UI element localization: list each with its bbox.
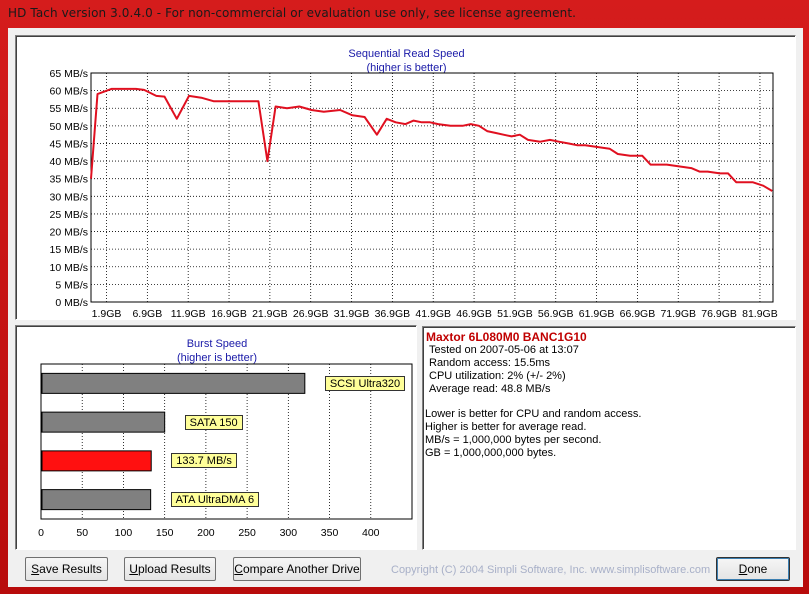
copyright-link[interactable]: Copyright (C) 2004 Simpli Software, Inc.… [391, 564, 710, 576]
drive-info-panel: Maxtor 6L080M0 BANC1G10 Tested on 2007-0… [422, 326, 796, 550]
x-tick-label: 6.9GB [132, 308, 162, 319]
x-tick-label: 1.9GB [92, 308, 122, 319]
note-mbs-definition: MB/s = 1,000,000 bytes per second. [425, 434, 602, 446]
burst-speed-chart: 0 50 100 150 200 250 300 350 400 [38, 363, 413, 539]
sequential-chart-panel: Sequential Read Speed (higher is better)… [15, 35, 796, 320]
sequential-read-chart: 65 MB/s 60 MB/s 55 MB/s 50 MB/s 45 MB/s 40 MB… [49, 68, 778, 319]
title-bar[interactable]: HD Tach version 3.0.4.0 - For non-commer… [0, 0, 809, 28]
x-tick-label: 26.9GB [293, 308, 329, 319]
y-tick-label: 50 MB/s [49, 121, 88, 133]
upload-results-mnemonic: U [129, 562, 138, 576]
y-tick-label: 20 MB/s [49, 227, 88, 239]
y-tick-label: 55 MB/s [49, 103, 88, 115]
x-tick-label: 21.9GB [252, 308, 288, 319]
burst-bar-label: ATA UltraDMA 6 [170, 492, 260, 508]
x-tick-label: 36.9GB [375, 308, 411, 319]
y-tick-label: 45 MB/s [49, 138, 88, 150]
cpu-utilization-text: CPU utilization: 2% (+/- 2%) [429, 370, 566, 382]
window-title: HD Tach version 3.0.4.0 - For non-commer… [8, 6, 577, 20]
y-tick-label: 30 MB/s [49, 191, 88, 203]
random-access-text: Random access: 15.5ms [429, 357, 551, 369]
compare-label: ompare Another Drive [242, 562, 360, 576]
y-tick-label: 60 MB/s [49, 86, 88, 98]
x-tick-label: 56.9GB [538, 308, 574, 319]
upload-results-button[interactable]: Upload Results [124, 557, 216, 581]
client-area: Sequential Read Speed (higher is better)… [8, 28, 803, 587]
burst-bar [41, 489, 152, 511]
x-tick-label: 11.9GB [171, 308, 206, 319]
burst-x-tick-label: 0 [38, 527, 44, 539]
x-tick-label: 71.9GB [660, 308, 696, 319]
x-tick-label: 76.9GB [701, 308, 737, 319]
y-tick-label: 15 MB/s [49, 244, 88, 256]
y-tick-label: 40 MB/s [49, 156, 88, 168]
x-tick-label: 41.9GB [415, 308, 451, 319]
burst-bar [41, 450, 152, 472]
note-gb-definition: GB = 1,000,000,000 bytes. [425, 447, 557, 459]
x-tick-label: 61.9GB [579, 308, 615, 319]
done-label: one [747, 562, 768, 576]
burst-chart-panel: Burst Speed (higher is better) 0 50 100 150… [15, 325, 417, 550]
save-results-button[interactable]: Save Results [25, 557, 108, 581]
x-tick-label: 66.9GB [620, 308, 656, 319]
save-results-label: ave Results [39, 562, 102, 576]
burst-x-tick-label: 50 [76, 527, 88, 539]
burst-bar [41, 411, 166, 433]
note-higher-better: Higher is better for average read. [425, 421, 587, 433]
y-tick-label: 35 MB/s [49, 174, 88, 186]
burst-x-tick-label: 250 [238, 527, 256, 539]
y-tick-label: 5 MB/s [55, 279, 88, 291]
burst-bar-label: SCSI Ultra320 [324, 375, 406, 391]
burst-x-tick-label: 300 [280, 527, 298, 539]
burst-x-tick-label: 150 [156, 527, 174, 539]
drive-name: Maxtor 6L080M0 BANC1G10 [426, 330, 587, 344]
note-lower-better: Lower is better for CPU and random acces… [425, 408, 642, 420]
y-tick-label: 10 MB/s [49, 262, 88, 274]
upload-results-label: pload Results [137, 562, 211, 576]
average-read-text: Average read: 48.8 MB/s [429, 383, 551, 395]
done-button[interactable]: Done [716, 557, 790, 581]
burst-x-tick-label: 400 [362, 527, 380, 539]
save-results-mnemonic: S [31, 562, 40, 576]
y-tick-label: 0 MB/s [55, 297, 88, 309]
plot-area [90, 72, 774, 303]
app-window: HD Tach version 3.0.4.0 - For non-commer… [0, 0, 809, 594]
x-tick-label: 51.9GB [497, 308, 533, 319]
burst-x-tick-label: 100 [115, 527, 133, 539]
x-tick-label: 81.9GB [742, 308, 778, 319]
burst-bar-label: 133.7 MB/s [171, 453, 237, 469]
burst-bar [41, 372, 306, 394]
x-tick-label: 46.9GB [456, 308, 492, 319]
x-tick-label: 16.9GB [211, 308, 247, 319]
done-mnemonic: D [738, 562, 748, 576]
tested-on-text: Tested on 2007-05-06 at 13:07 [429, 344, 579, 356]
compare-mnemonic: C [234, 562, 243, 576]
compare-another-drive-button[interactable]: Compare Another Drive [233, 557, 361, 581]
y-tick-label: 65 MB/s [49, 68, 88, 80]
y-tick-label: 25 MB/s [49, 209, 88, 221]
burst-x-tick-label: 200 [197, 527, 215, 539]
burst-bar-label: SATA 150 [184, 414, 243, 430]
x-tick-label: 31.9GB [334, 308, 370, 319]
burst-x-tick-label: 350 [321, 527, 339, 539]
